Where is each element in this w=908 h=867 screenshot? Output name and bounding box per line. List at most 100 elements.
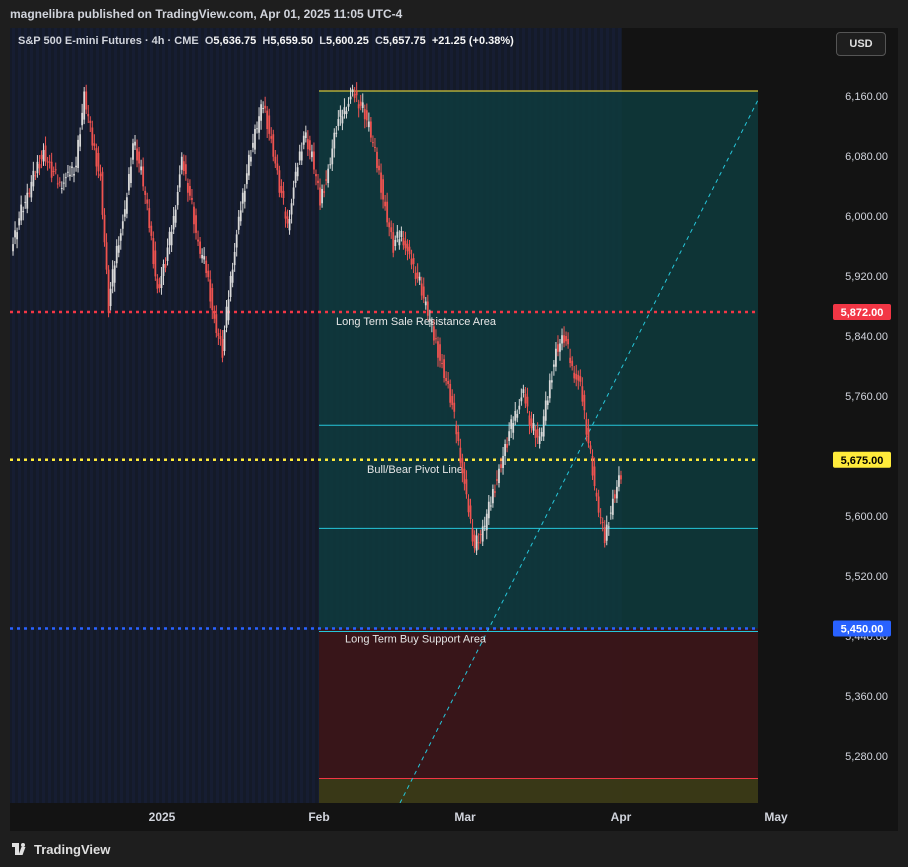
candle-body — [571, 360, 574, 366]
candle-body — [491, 489, 494, 504]
session-stripe — [198, 28, 201, 803]
candle-body — [132, 143, 134, 160]
candle-body — [550, 380, 553, 383]
session-stripe — [60, 28, 63, 803]
candle-body — [266, 110, 269, 129]
candle-body — [215, 314, 218, 333]
candle-body — [555, 348, 557, 367]
candle-body — [321, 189, 323, 204]
candle-body — [292, 187, 295, 199]
candle-body — [22, 211, 25, 213]
session-stripe — [180, 28, 183, 803]
candle-body — [388, 222, 391, 228]
candle-body — [201, 255, 204, 259]
currency-button[interactable]: USD — [836, 32, 886, 56]
candle-body — [479, 534, 482, 535]
candle-body — [351, 89, 354, 93]
candle-body — [148, 208, 151, 228]
session-stripe — [126, 28, 129, 803]
candle-body — [144, 190, 147, 195]
symbol-name[interactable]: S&P 500 E-mini Futures · 4h · CME — [18, 35, 199, 47]
high-value: 5,659.50 — [270, 35, 314, 47]
candle-body — [613, 494, 616, 499]
candle-body — [518, 405, 521, 410]
candle-body — [412, 258, 415, 264]
session-stripe — [12, 28, 15, 803]
low-value: 5,600.25 — [326, 35, 369, 47]
candle-body — [227, 299, 230, 321]
price-axis[interactable] — [758, 28, 898, 831]
candle-body — [231, 269, 234, 283]
session-stripe — [258, 28, 261, 803]
low-label: L — [319, 35, 327, 47]
candle-body — [345, 111, 348, 114]
candle-body — [260, 104, 262, 121]
candle-body — [272, 134, 275, 157]
fib-retracement-zone — [319, 90, 758, 629]
candle-body — [184, 164, 187, 174]
candle-body — [365, 110, 368, 121]
candle-body — [449, 384, 452, 403]
candle-body — [18, 218, 21, 226]
candle-body — [593, 466, 596, 486]
candle-body — [384, 201, 387, 207]
session-stripe — [168, 28, 171, 803]
tradingview-logo[interactable]: TradingView — [12, 842, 110, 857]
candle-body — [437, 341, 439, 358]
candle-body — [400, 231, 403, 237]
candle-body — [552, 364, 555, 367]
fib-bottom-zone — [319, 778, 758, 803]
candle-body — [46, 161, 49, 163]
candle-body — [241, 192, 244, 204]
session-stripe — [228, 28, 231, 803]
candle-body — [276, 163, 279, 171]
candle-body — [398, 239, 401, 246]
candle-body — [559, 343, 561, 352]
candle-body — [382, 179, 384, 200]
open-value: 5,636.75 — [213, 35, 257, 47]
candle-body — [494, 491, 496, 493]
candle-body — [416, 272, 419, 279]
session-stripe — [18, 28, 21, 803]
candle-body — [77, 139, 79, 168]
candle-body — [538, 436, 541, 444]
candle-body — [262, 108, 265, 109]
candle-body — [579, 376, 582, 382]
candle-body — [485, 513, 488, 531]
candle-body — [64, 177, 67, 179]
candle-body — [311, 151, 313, 158]
candle-body — [79, 134, 82, 147]
candle-body — [28, 192, 31, 194]
session-stripe — [108, 28, 111, 803]
candle-body — [534, 429, 537, 438]
candle-body — [599, 517, 602, 519]
candle-body — [26, 192, 29, 209]
candle-body — [563, 335, 565, 343]
candle-body — [455, 425, 458, 435]
candle-body — [60, 188, 63, 190]
candle-body — [414, 273, 417, 279]
top-bar: magnelibra published on TradingView.com,… — [0, 0, 908, 28]
candle-body — [376, 151, 378, 168]
candle-body — [286, 216, 289, 224]
candle-body — [97, 153, 100, 172]
session-stripe — [162, 28, 165, 803]
candle-body — [424, 301, 427, 306]
candle-body — [75, 165, 77, 168]
candle-body — [496, 479, 498, 481]
candle-body — [536, 429, 539, 438]
chart-area[interactable]: 0 (6,166.75)0.382 (5,7210.5 (5,583.50.61… — [10, 28, 898, 831]
candle-body — [109, 288, 112, 306]
candle-body — [115, 246, 118, 264]
price-chart[interactable]: 0 (6,166.75)0.382 (5,7210.5 (5,583.50.61… — [10, 28, 898, 831]
candle-body — [243, 190, 246, 202]
candle-body — [542, 416, 545, 437]
x-tick-label: Mar — [454, 810, 476, 824]
candle-body — [575, 373, 578, 380]
candle-body — [237, 216, 240, 230]
candle-body — [308, 140, 311, 151]
session-stripe — [24, 28, 27, 803]
candle-body — [282, 190, 285, 198]
candle-body — [83, 91, 86, 120]
candle-body — [146, 199, 149, 204]
